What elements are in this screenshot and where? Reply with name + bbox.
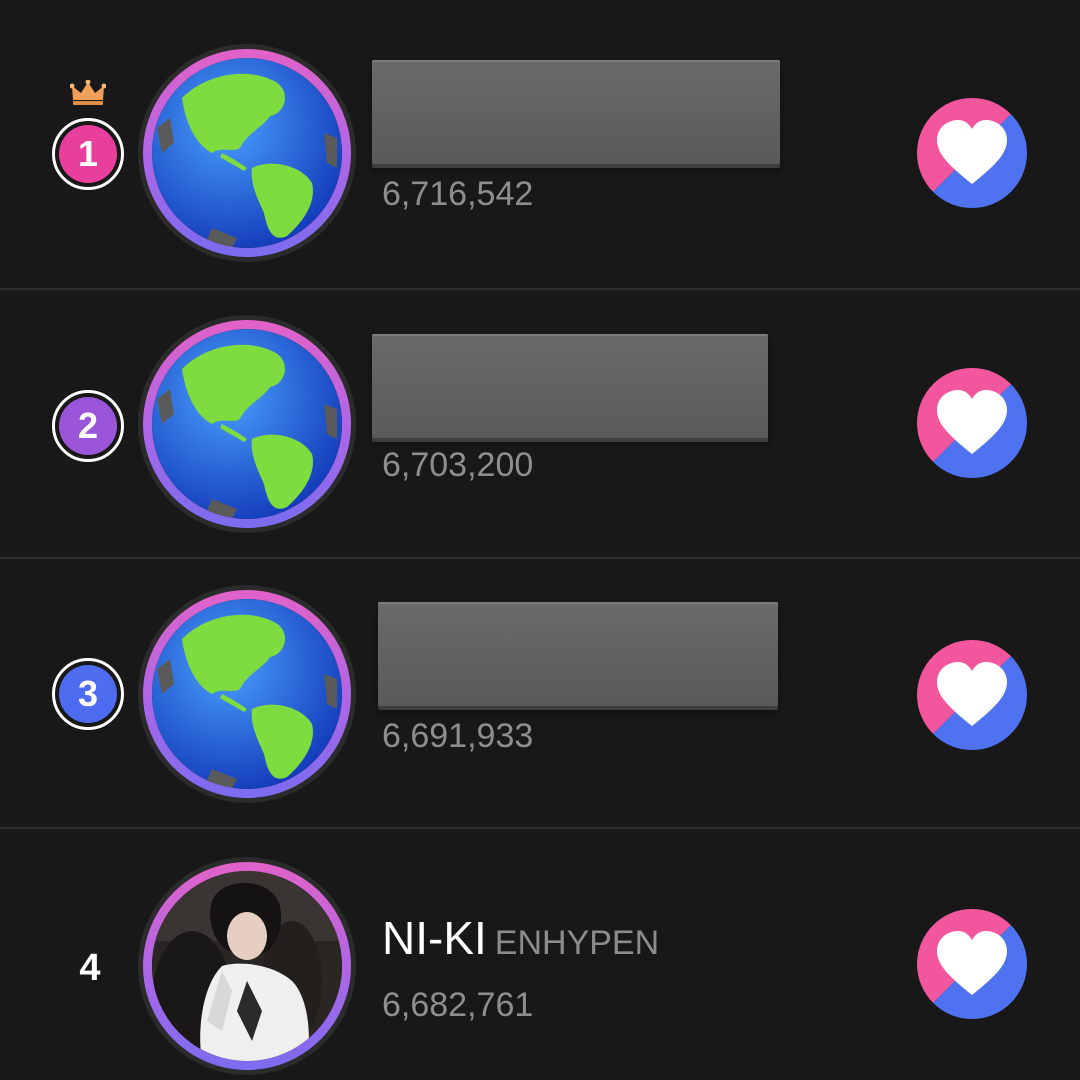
rank-number: 4 (79, 947, 101, 989)
globe-icon (152, 599, 342, 789)
vote-count: 6,691,933 (382, 717, 534, 755)
heart-icon (917, 909, 1027, 1019)
rank-badge: 2 (52, 390, 124, 462)
artist-group: ENHYPEN (494, 924, 660, 962)
heart-icon (917, 368, 1027, 478)
heart-icon (917, 98, 1027, 208)
crown-icon (70, 80, 106, 105)
vote-count: 6,682,761 (382, 986, 534, 1024)
vote-button[interactable] (917, 640, 1027, 750)
avatar[interactable] (143, 49, 351, 257)
vote-count: 6,716,542 (382, 175, 534, 213)
vote-count: 6,703,200 (382, 446, 534, 484)
globe-icon (152, 58, 342, 248)
redacted-name (372, 334, 768, 438)
ranking-row[interactable]: 3 6,691,933 (0, 559, 1080, 827)
redacted-name (372, 60, 780, 164)
globe-icon (152, 329, 342, 519)
ranking-row[interactable]: 2 6,703,200 (0, 290, 1080, 558)
avatar[interactable] (143, 862, 351, 1070)
rank-badge: 3 (52, 658, 124, 730)
avatar[interactable] (143, 320, 351, 528)
vote-button[interactable] (917, 368, 1027, 478)
artist-name: NI-KI ENHYPEN (382, 912, 660, 964)
rank-badge: 1 (52, 118, 124, 190)
ranking-row[interactable]: 4 NI-KI ENHYPEN 6,682,761 (0, 829, 1080, 1080)
redacted-name (378, 602, 778, 706)
heart-icon (917, 640, 1027, 750)
ranking-list: 1 6,716,542 2 6,703,200 3 6,691,933 4 NI… (0, 0, 1080, 1080)
vote-button[interactable] (917, 909, 1027, 1019)
artist-photo (152, 871, 342, 1061)
ranking-row[interactable]: 1 6,716,542 (0, 0, 1080, 288)
vote-button[interactable] (917, 98, 1027, 208)
avatar[interactable] (143, 590, 351, 798)
